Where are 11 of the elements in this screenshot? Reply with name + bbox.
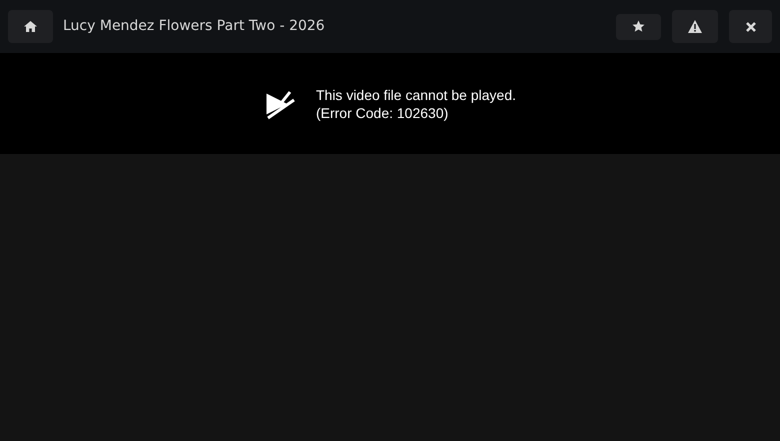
- close-button[interactable]: [729, 10, 772, 43]
- error-message: (Error Code: 102630): [316, 104, 450, 122]
- error-message: This video file cannot be played.: [316, 86, 516, 104]
- report-button[interactable]: [672, 10, 718, 43]
- close-icon: [746, 22, 756, 32]
- video-title: Lucy Mendez Flowers Part Two - 2026: [63, 17, 325, 36]
- home-button[interactable]: [8, 10, 53, 43]
- favorite-button[interactable]: [616, 14, 661, 40]
- warning-icon: [688, 20, 702, 33]
- star-icon: [632, 20, 645, 33]
- home-icon: [24, 21, 37, 32]
